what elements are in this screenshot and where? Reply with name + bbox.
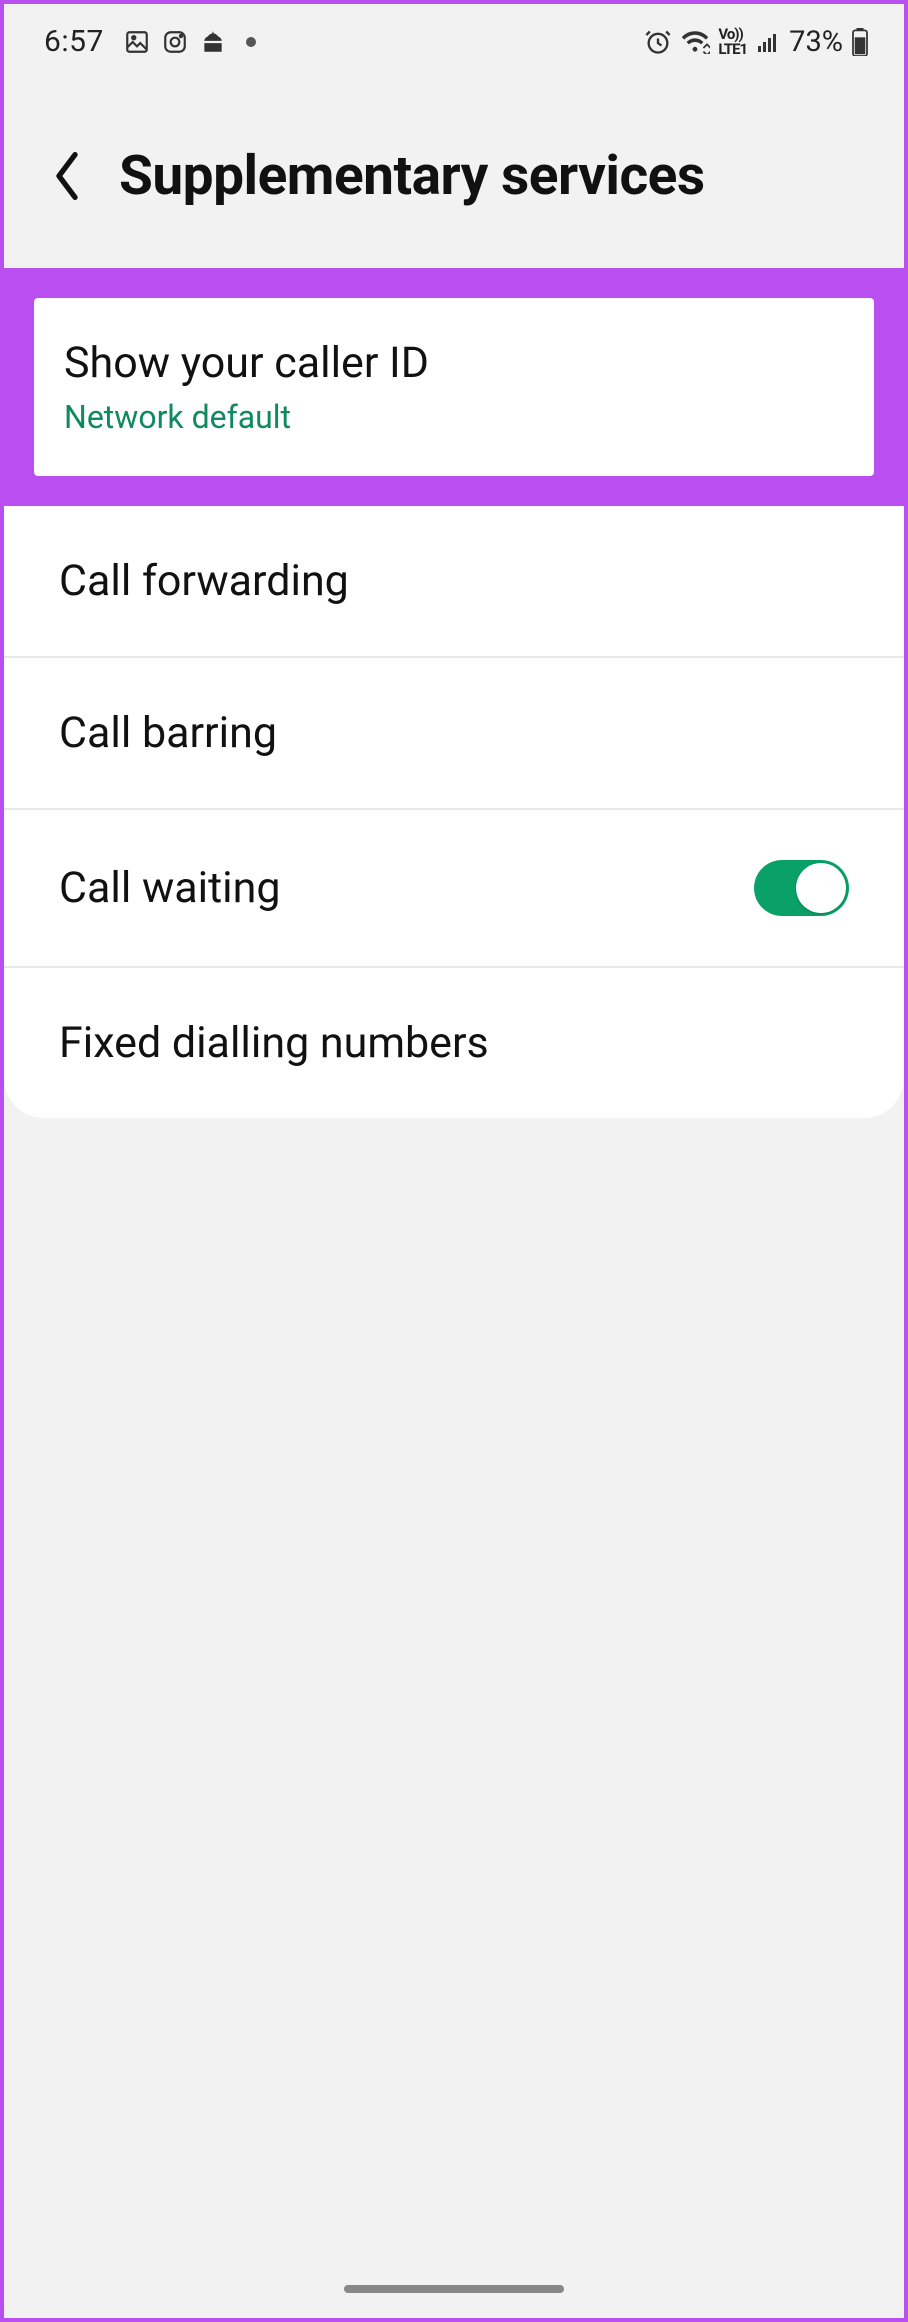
alarm-icon: [644, 28, 672, 56]
list-item-label: Call waiting: [59, 863, 281, 913]
page-title: Supplementary services: [119, 144, 705, 208]
fixed-dialling-item[interactable]: Fixed dialling numbers: [4, 968, 904, 1118]
mosque-icon: [200, 29, 226, 55]
status-left: 6:57: [44, 24, 256, 59]
signal-icon: [755, 30, 781, 54]
status-bar: 6:57 Vo))LTE1 73%: [4, 4, 904, 79]
status-time: 6:57: [44, 24, 104, 59]
navigation-bar-handle[interactable]: [344, 2285, 564, 2293]
settings-list: Call forwarding Call barring Call waitin…: [4, 506, 904, 1118]
battery-icon: [851, 28, 869, 56]
list-item-label: Fixed dialling numbers: [59, 1018, 489, 1068]
call-waiting-item[interactable]: Call waiting: [4, 810, 904, 968]
gallery-icon: [124, 29, 150, 55]
list-item-label: Call barring: [59, 708, 277, 758]
call-barring-item[interactable]: Call barring: [4, 658, 904, 810]
show-caller-id-title: Show your caller ID: [64, 338, 844, 388]
call-forwarding-item[interactable]: Call forwarding: [4, 506, 904, 658]
back-button[interactable]: [44, 154, 89, 199]
battery-percent: 73%: [789, 25, 843, 59]
list-item-label: Call forwarding: [59, 556, 349, 606]
wifi-icon: [680, 30, 710, 54]
toggle-knob: [796, 863, 846, 913]
status-right: Vo))LTE1 73%: [644, 25, 869, 59]
volte-icon: Vo))LTE1: [718, 27, 747, 57]
more-notifications-dot: [246, 37, 256, 47]
page-header: Supplementary services: [4, 79, 904, 268]
call-waiting-toggle[interactable]: [754, 860, 849, 916]
highlight-container: Show your caller ID Network default: [4, 268, 904, 506]
show-caller-id-subtitle: Network default: [64, 398, 844, 436]
instagram-icon: [162, 29, 188, 55]
chevron-left-icon: [52, 152, 82, 200]
show-caller-id-item[interactable]: Show your caller ID Network default: [34, 298, 874, 476]
